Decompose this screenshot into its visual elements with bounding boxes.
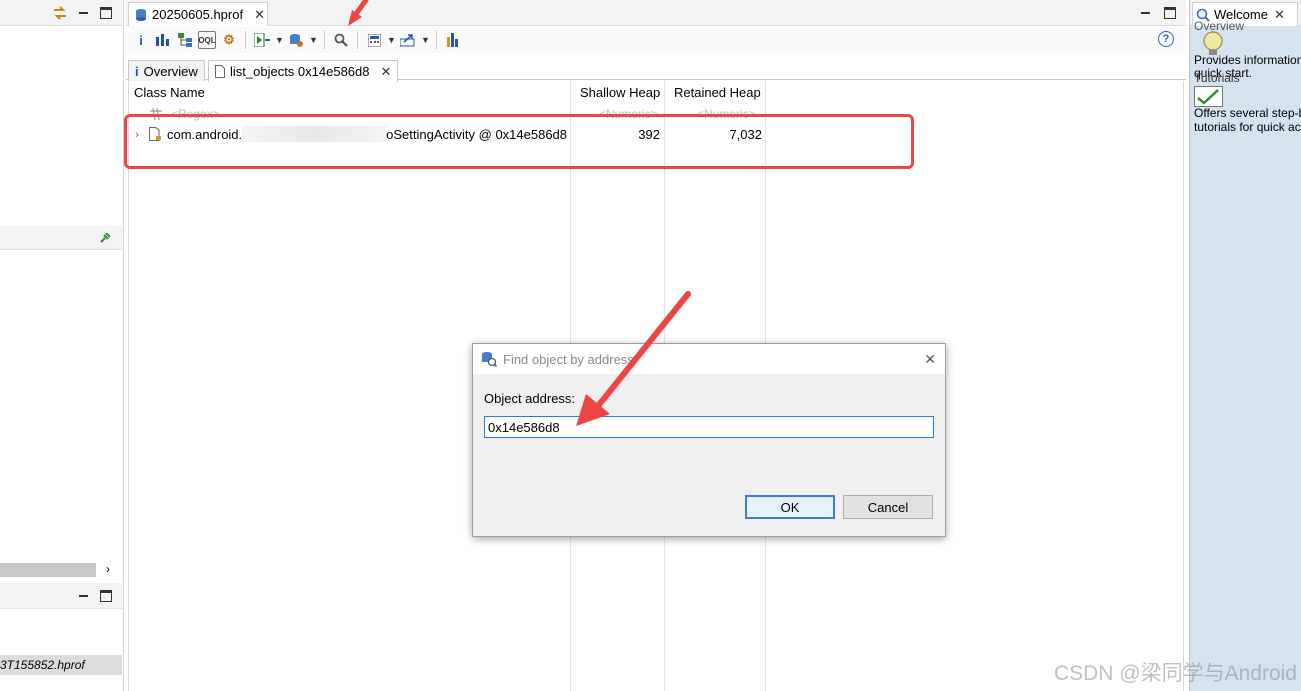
- ok-button[interactable]: OK: [745, 495, 835, 519]
- database-icon: [136, 8, 146, 21]
- document-icon: [215, 65, 225, 78]
- find-object-dialog: Find object by address ✕ Object address:…: [472, 343, 946, 537]
- tutorials-icon[interactable]: [1194, 86, 1224, 108]
- overview-heading[interactable]: Overview: [1194, 20, 1244, 33]
- dropdown-icon[interactable]: ▼: [387, 35, 396, 45]
- welcome-panel: Welcome ✕ Overview Provides information …: [1189, 0, 1301, 691]
- info-icon[interactable]: i: [132, 31, 150, 49]
- column-header-label: Retained Heap: [674, 84, 761, 100]
- report-icon[interactable]: [253, 31, 271, 49]
- histogram-icon[interactable]: [154, 31, 172, 49]
- help-icon[interactable]: ?: [1158, 31, 1174, 47]
- dropdown-icon[interactable]: ▼: [275, 35, 284, 45]
- column-header-label: Shallow Heap: [580, 84, 661, 100]
- maximize-icon[interactable]: [100, 590, 112, 602]
- maximize-icon[interactable]: [100, 7, 112, 19]
- object-address-label: Object address:: [484, 391, 576, 406]
- close-icon[interactable]: ✕: [924, 351, 936, 368]
- tab-list-objects[interactable]: list_objects 0x14e586d8 ✕: [208, 60, 399, 82]
- column-header-class-name[interactable]: Class Name: [129, 81, 569, 103]
- settings-icon[interactable]: ⚙: [220, 31, 238, 49]
- close-icon[interactable]: ✕: [381, 64, 392, 80]
- left-panel: › 3T155852.hprof: [0, 0, 124, 691]
- dropdown-icon[interactable]: ▼: [309, 35, 318, 45]
- tab-list-objects-label: list_objects 0x14e586d8: [230, 64, 370, 79]
- toolbar-separator: [436, 31, 437, 49]
- database-search-icon: [482, 352, 497, 367]
- tab-overview[interactable]: i Overview: [128, 60, 205, 81]
- toolbar-separator: [324, 31, 325, 49]
- chevron-right-icon[interactable]: ›: [106, 562, 110, 576]
- minimize-icon[interactable]: [1140, 7, 1152, 19]
- export-icon[interactable]: [399, 31, 417, 49]
- minimize-icon[interactable]: [78, 7, 90, 19]
- database-icon[interactable]: [287, 31, 305, 49]
- left-panel-bottom-header: [0, 583, 122, 609]
- column-header-label: Class Name: [134, 84, 205, 100]
- link-editor-icon[interactable]: [52, 6, 68, 20]
- thread-icon[interactable]: [444, 31, 462, 49]
- cancel-button[interactable]: Cancel: [843, 495, 933, 519]
- dialog-titlebar: Find object by address ✕: [473, 344, 945, 374]
- watermark: CSDN @梁同学与Android: [1053, 662, 1297, 685]
- dominator-tree-icon[interactable]: [176, 31, 194, 49]
- dropdown-icon[interactable]: ▼: [421, 35, 430, 45]
- horizontal-scrollbar[interactable]: [0, 563, 96, 577]
- dialog-title: Find object by address: [503, 351, 634, 367]
- minimize-icon[interactable]: [78, 590, 90, 602]
- toolbar-separator: [357, 31, 358, 49]
- close-icon[interactable]: ✕: [254, 7, 265, 23]
- tutorials-text-line-2: tutorials for quick acc: [1194, 120, 1301, 134]
- editor-tab-hprof[interactable]: 20250605.hprof ✕: [128, 2, 268, 26]
- left-panel-section-header: [0, 226, 122, 250]
- tutorials-text-line-1: Offers several step-b: [1194, 106, 1301, 120]
- heap-dump-item-label: 3T155852.hprof: [0, 658, 85, 672]
- highlight-box: [124, 114, 914, 169]
- heap-dump-item[interactable]: 3T155852.hprof: [0, 655, 122, 675]
- editor-tab-label: 20250605.hprof: [152, 7, 244, 22]
- column-header-shallow-heap[interactable]: Shallow Heap: [575, 81, 667, 103]
- object-address-input[interactable]: [484, 416, 934, 438]
- calculator-icon[interactable]: [365, 31, 383, 49]
- column-header-retained-heap[interactable]: Retained Heap: [669, 81, 765, 103]
- toolbar-separator: [245, 31, 246, 49]
- info-icon: i: [135, 63, 139, 79]
- search-icon[interactable]: [332, 31, 350, 49]
- pin-icon[interactable]: [100, 233, 110, 243]
- left-panel-header: [0, 0, 122, 26]
- editor-toolbar: i OQL ⚙ ▼ ▼ ▼ ▼ ?: [126, 27, 1186, 53]
- tab-overview-label: Overview: [143, 63, 198, 79]
- tutorials-heading[interactable]: Tutorials: [1194, 72, 1240, 85]
- result-tabbar: i Overview list_objects 0x14e586d8 ✕: [126, 60, 1186, 82]
- close-icon[interactable]: ✕: [1274, 7, 1285, 23]
- editor-tabbar: 20250605.hprof ✕: [126, 0, 1186, 26]
- maximize-icon[interactable]: [1164, 7, 1176, 19]
- oql-icon[interactable]: OQL: [198, 31, 216, 49]
